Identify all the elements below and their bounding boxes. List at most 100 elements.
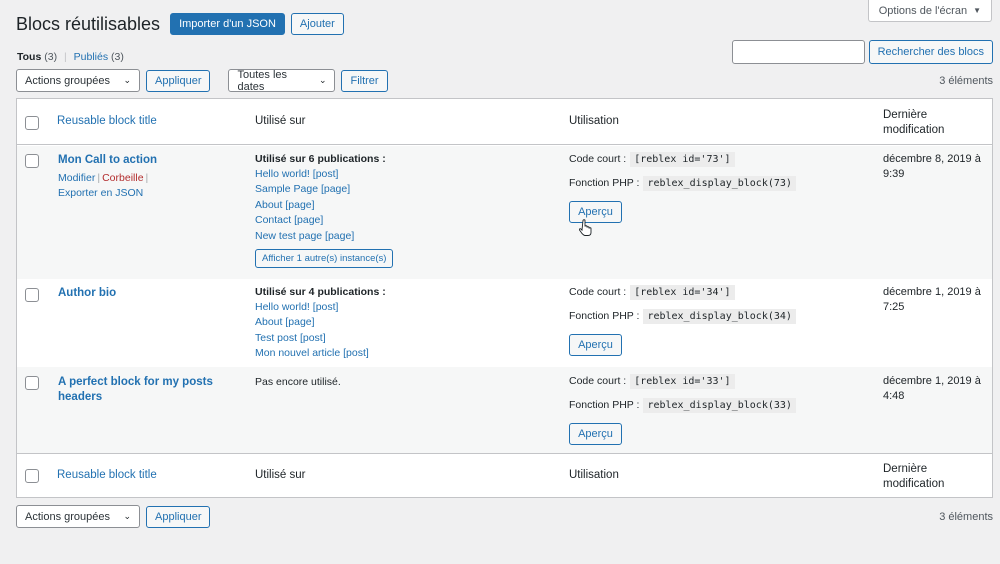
shortcode-line: Code court : [reblex id='33']: [569, 372, 796, 390]
modified-date: décembre 1, 2019 à 7:25: [883, 286, 981, 313]
caret-down-icon: ▼: [973, 6, 981, 15]
export-json-link[interactable]: Exporter en JSON: [58, 187, 143, 199]
search-button[interactable]: Rechercher des blocs: [868, 40, 993, 64]
shortcode-label: Code court :: [569, 153, 627, 165]
block-title-link[interactable]: A perfect block for my posts headers: [58, 375, 228, 405]
title-cell: A perfect block for my posts headers: [58, 375, 228, 405]
php-function-line: Fonction PHP : reblex_display_block(34): [569, 307, 796, 325]
php-function-label: Fonction PHP :: [569, 310, 640, 322]
shortcode-label: Code court :: [569, 286, 627, 298]
used-on-heading: Utilisé sur 4 publications :: [255, 286, 386, 298]
hand-cursor-icon: [579, 219, 592, 236]
view-published-count: (3): [111, 51, 124, 63]
block-title-link[interactable]: Author bio: [58, 286, 248, 301]
php-function-value: reblex_display_block(34): [643, 308, 796, 324]
used-on-link[interactable]: Sample Page [page]: [255, 182, 393, 197]
row-actions: Modifier | Corbeille | Exporter en JSON: [58, 171, 248, 201]
show-more-instances-button[interactable]: Afficher 1 autre(s) instance(s): [255, 249, 394, 269]
table-footer-row: Reusable block title Utilisé sur Utilisa…: [17, 453, 992, 498]
modified-date: décembre 8, 2019 à 9:39: [883, 153, 981, 180]
trash-link[interactable]: Corbeille: [102, 172, 143, 184]
apply-button[interactable]: Appliquer: [146, 505, 211, 528]
select-all-checkbox[interactable]: [25, 116, 39, 130]
search-box: Rechercher des blocs: [731, 40, 993, 64]
screen-options-label: Options de l'écran: [878, 4, 968, 17]
used-on-cell: Utilisé sur 6 publications : Hello world…: [255, 152, 394, 269]
shortcode-value: [reblex id='73']: [630, 151, 735, 167]
select-all-checkbox[interactable]: [25, 469, 39, 483]
apply-button[interactable]: Appliquer: [146, 69, 211, 92]
used-on-cell: Pas encore utilisé.: [255, 375, 341, 390]
usage-cell: Code court : [reblex id='73'] Fonction P…: [569, 150, 796, 223]
bulk-actions-select[interactable]: Actions groupées ⌄: [16, 69, 140, 92]
row-checkbox[interactable]: [25, 154, 39, 168]
row-checkbox[interactable]: [25, 288, 39, 302]
search-input[interactable]: [731, 40, 865, 64]
used-on-link[interactable]: Hello world! [post]: [255, 167, 393, 182]
used-on-link[interactable]: New test page [page]: [255, 229, 393, 244]
column-used-on-footer: Utilisé sur: [255, 469, 306, 481]
used-on-link[interactable]: Test post [post]: [255, 331, 386, 346]
preview-button[interactable]: Aperçu: [569, 201, 622, 223]
view-filters: Tous (3) | Publiés (3): [17, 51, 124, 63]
php-function-value: reblex_display_block(33): [643, 397, 796, 413]
used-on-link[interactable]: Mon nouvel article [post]: [255, 346, 386, 361]
table-row: Author bio Utilisé sur 4 publications : …: [17, 279, 992, 367]
action-separator: |: [145, 172, 149, 184]
column-modified-header: Dernière modification: [883, 109, 945, 136]
date-filter-select[interactable]: Toutes les dates ⌄: [228, 68, 336, 93]
used-on-cell: Utilisé sur 4 publications : Hello world…: [255, 285, 386, 362]
used-on-link[interactable]: Contact [page]: [255, 213, 393, 228]
chevron-down-icon: ⌄: [123, 511, 131, 521]
modified-date: décembre 1, 2019 à 4:48: [883, 375, 981, 402]
usage-cell: Code court : [reblex id='34'] Fonction P…: [569, 283, 796, 356]
table-row: Mon Call to action Modifier | Corbeille | E…: [17, 146, 992, 279]
screen-options-toggle[interactable]: Options de l'écran ▼: [867, 0, 992, 22]
view-published-link[interactable]: Publiés: [74, 51, 108, 63]
php-function-value: reblex_display_block(73): [643, 175, 796, 191]
row-checkbox[interactable]: [25, 376, 39, 390]
used-on-link[interactable]: About [page]: [255, 315, 386, 330]
php-function-line: Fonction PHP : reblex_display_block(73): [569, 174, 796, 192]
column-used-on-header: Utilisé sur: [255, 115, 306, 127]
used-on-link[interactable]: About [page]: [255, 198, 393, 213]
view-all-count: (3): [44, 51, 58, 63]
table-row: A perfect block for my posts headers Pas…: [17, 367, 992, 453]
bulk-actions-value: Actions groupées: [25, 510, 110, 523]
shortcode-label: Code court :: [569, 375, 627, 387]
php-function-label: Fonction PHP :: [569, 177, 640, 189]
used-on-heading: Utilisé sur 6 publications :: [255, 153, 386, 165]
page-title: Blocs réutilisables: [16, 13, 161, 34]
block-title-link[interactable]: Mon Call to action: [58, 153, 248, 168]
tablenav-bottom: Actions groupées ⌄ Appliquer 3 éléments: [16, 505, 993, 528]
page-header: Blocs réutilisables Importer d'un JSON A…: [16, 13, 344, 35]
filter-button[interactable]: Filtrer: [341, 69, 388, 92]
php-function-label: Fonction PHP :: [569, 399, 640, 411]
add-new-button[interactable]: Ajouter: [290, 13, 344, 35]
chevron-down-icon: ⌄: [318, 75, 327, 85]
import-json-button[interactable]: Importer d'un JSON: [170, 13, 285, 35]
bulk-actions-select[interactable]: Actions groupées ⌄: [16, 505, 140, 528]
shortcode-value: [reblex id='34']: [630, 284, 735, 300]
column-modified-footer: Dernière modification: [883, 463, 945, 490]
date-filter-value: Toutes les dates: [237, 68, 288, 93]
column-usage-header: Utilisation: [569, 115, 619, 127]
tablenav-top: Actions groupées ⌄ Appliquer Toutes les …: [16, 68, 993, 93]
column-title-footer[interactable]: Reusable block title: [57, 469, 157, 481]
usage-cell: Code court : [reblex id='33'] Fonction P…: [569, 372, 796, 445]
items-count: 3 éléments: [939, 510, 993, 523]
view-separator: |: [64, 51, 67, 63]
used-on-link[interactable]: Hello world! [post]: [255, 300, 386, 315]
php-function-line: Fonction PHP : reblex_display_block(33): [569, 396, 796, 414]
title-cell: Author bio: [58, 286, 248, 301]
table-header-row: Reusable block title Utilisé sur Utilisa…: [17, 99, 992, 145]
edit-link[interactable]: Modifier: [58, 172, 95, 184]
view-all-label[interactable]: Tous: [17, 51, 41, 63]
bulk-actions-value: Actions groupées: [25, 74, 110, 87]
preview-button[interactable]: Aperçu: [569, 334, 622, 356]
column-title-header[interactable]: Reusable block title: [57, 115, 157, 127]
title-cell: Mon Call to action Modifier | Corbeille | E…: [58, 153, 248, 201]
preview-button[interactable]: Aperçu: [569, 423, 622, 445]
used-on-list: Hello world! [post] Sample Page [page] A…: [255, 167, 393, 244]
blocks-table: Reusable block title Utilisé sur Utilisa…: [16, 98, 993, 498]
